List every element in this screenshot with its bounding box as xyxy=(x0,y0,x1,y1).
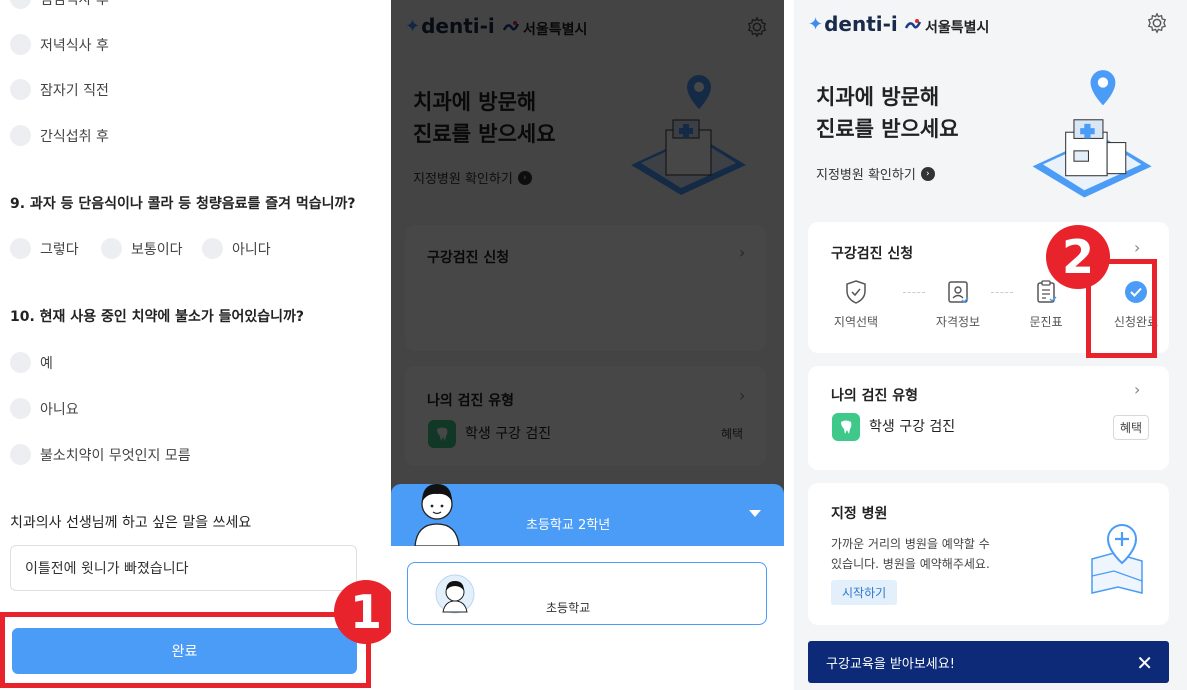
partner-text: 서울특별시 xyxy=(925,20,990,36)
radio-button[interactable] xyxy=(10,0,31,9)
radio-button[interactable] xyxy=(10,34,31,55)
step-label: 지역선택 xyxy=(833,315,879,329)
school-label: 초등학교 xyxy=(546,601,591,615)
step-region[interactable]: 지역선택 xyxy=(821,279,891,330)
link-text: 지정병원 확인하기 xyxy=(816,168,916,183)
dropdown-caret-icon[interactable] xyxy=(749,510,761,517)
id-card-icon xyxy=(948,281,969,304)
headline: 치과에 방문해 진료를 받으세요 xyxy=(816,81,959,145)
arrow-circle-icon: › xyxy=(920,166,935,181)
option-label: 점심식사 후 xyxy=(40,0,109,9)
radio-button[interactable] xyxy=(202,238,223,259)
option-label: 아니다 xyxy=(232,241,271,258)
message-label: 치과의사 선생님께 하고 싶은 말을 쓰세요 xyxy=(10,515,252,531)
divider xyxy=(784,0,794,690)
option-label: 불소치약이 무엇인지 모름 xyxy=(40,447,191,464)
highlight-box xyxy=(0,612,371,688)
step-badge-1: 1 xyxy=(334,580,391,644)
message-input[interactable]: 이틀전에 윗니가 빠졌습니다 xyxy=(10,545,357,591)
radio-button[interactable] xyxy=(10,444,31,465)
banner-text: 구강교육을 받아보세요! xyxy=(826,656,955,672)
option-label: 보통이다 xyxy=(131,241,183,258)
chevron-right-icon[interactable]: › xyxy=(1134,380,1140,399)
checkup-type: 학생 구강 검진 xyxy=(869,419,956,435)
question-9: 9. 과자 등 단음식이나 콜라 등 청량음료를 즐겨 먹습니까? xyxy=(10,196,356,212)
step-connector xyxy=(991,292,1013,293)
radio-option[interactable]: 예 xyxy=(10,352,53,373)
hospital-link[interactable]: 지정병원 확인하기 › xyxy=(816,164,935,183)
child-avatar-small-icon xyxy=(435,574,475,614)
option-label: 잠자기 직전 xyxy=(40,82,109,99)
step-label: 문진표 xyxy=(1029,315,1063,329)
option-label: 예 xyxy=(40,355,53,372)
radio-button[interactable] xyxy=(101,238,122,259)
radio-option[interactable]: 점심식사 후 xyxy=(10,0,109,9)
radio-option[interactable]: 불소치약이 무엇인지 모름 xyxy=(10,444,191,465)
radio-option[interactable]: 저녁식사 후 xyxy=(10,34,109,55)
card-description: 있습니다. 병원을 예약해주세요. xyxy=(831,557,990,571)
radio-option[interactable]: 아니요 xyxy=(10,398,79,419)
radio-option[interactable]: 아니다 xyxy=(202,238,271,259)
child-avatar-icon xyxy=(414,484,460,546)
radio-option[interactable]: 잠자기 직전 xyxy=(10,79,109,100)
home-dimmed-panel: ✦ denti-i 서울특별시 치과에 방문해 진료를 받으세요 지정병원 확인… xyxy=(391,0,784,690)
clipboard-icon xyxy=(1037,280,1057,303)
radio-button[interactable] xyxy=(10,238,31,259)
education-banner[interactable]: 구강교육을 받아보세요! ✕ xyxy=(808,641,1169,683)
option-label: 아니요 xyxy=(40,401,79,418)
option-label: 그렇다 xyxy=(40,241,79,258)
radio-option[interactable]: 간식섭취 후 xyxy=(10,125,109,146)
card-title: 지정 병원 xyxy=(831,506,888,522)
option-label: 간식섭취 후 xyxy=(40,128,109,145)
chevron-right-icon[interactable]: › xyxy=(1134,238,1140,257)
shield-check-icon xyxy=(846,280,866,304)
settings-gear-icon[interactable] xyxy=(1146,12,1168,34)
step-label: 자격정보 xyxy=(935,315,981,329)
survey-panel: 점심식사 후 저녁식사 후 잠자기 직전 간식섭취 후 9. 과자 등 단음식이… xyxy=(0,0,391,690)
logo-text: denti-i xyxy=(824,12,898,36)
radio-option[interactable]: 그렇다 xyxy=(10,238,79,259)
card-title: 구강검진 신청 xyxy=(831,246,914,262)
tooth-icon xyxy=(832,413,860,441)
hospital-card[interactable]: 지정 병원 가까운 거리의 병원을 예약할 수 있습니다. 병원을 예약해주세요… xyxy=(808,483,1169,625)
benefit-tag: 혜택 xyxy=(1113,415,1150,440)
start-button[interactable]: 시작하기 xyxy=(831,580,898,605)
step-eligibility[interactable]: 자격정보 xyxy=(923,279,993,330)
seoul-symbol-icon xyxy=(904,19,922,29)
radio-button[interactable] xyxy=(10,79,31,100)
headline-line: 치과에 방문해 xyxy=(816,85,940,109)
sparkle-icon: ✦ xyxy=(808,13,824,35)
radio-option[interactable]: 보통이다 xyxy=(101,238,183,259)
step-connector xyxy=(903,292,925,293)
map-pin-plus-icon xyxy=(1091,523,1143,594)
radio-button[interactable] xyxy=(10,125,31,146)
type-card[interactable]: 나의 검진 유형 › 학생 구강 검진 혜택 xyxy=(808,366,1169,470)
close-icon[interactable]: ✕ xyxy=(1136,651,1153,675)
seoul-logo: 서울특별시 xyxy=(904,17,989,37)
headline-line: 진료를 받으세요 xyxy=(816,117,959,141)
hospital-illustration-icon xyxy=(1032,70,1152,198)
card-title: 나의 검진 유형 xyxy=(831,388,919,404)
grade-label: 초등학교 2학년 xyxy=(526,518,611,533)
home-panel: ✦ denti-i 서울특별시 치과에 방문해 진료를 받으세요 지정병원 확인… xyxy=(794,0,1187,690)
question-10: 10. 현재 사용 중인 치약에 불소가 들어있습니까? xyxy=(10,309,305,325)
radio-button[interactable] xyxy=(10,352,31,373)
message-value: 이틀전에 윗니가 빠졌습니다 xyxy=(25,561,189,577)
step-badge-2: 2 xyxy=(1046,225,1110,289)
radio-button[interactable] xyxy=(10,398,31,419)
app-logo: ✦ denti-i xyxy=(808,12,898,36)
option-label: 저녁식사 후 xyxy=(40,37,109,54)
card-description: 가까운 거리의 병원을 예약할 수 xyxy=(831,537,990,551)
